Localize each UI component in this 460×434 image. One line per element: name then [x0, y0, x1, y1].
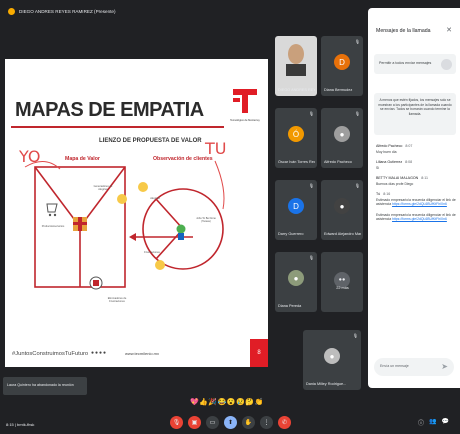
- participant-tile[interactable]: 🎙 ● Diana Pereda: [275, 252, 317, 312]
- message-sender: Alfredo Pacheco: [376, 144, 403, 148]
- chat-message: Tú 8:16 Estimado empresario/a recuerda di…: [376, 192, 456, 207]
- presenter-name: DIEGO ANDRES REYES RAMIREZ (Presente): [19, 8, 116, 14]
- chat-message: Liliana Gutierrez 8:08 Si: [376, 160, 456, 170]
- shared-slide: MAPAS DE EMPATIA Tecnológico de Monterre…: [5, 59, 268, 367]
- message-sender: Tú: [376, 192, 381, 196]
- send-icon[interactable]: ➤: [441, 362, 448, 371]
- participant-name: Dania Milley Rodrigue...: [306, 382, 347, 386]
- message-text: Si: [376, 165, 380, 170]
- chat-icon[interactable]: 💬: [442, 418, 449, 427]
- end-call-button[interactable]: ✆: [278, 416, 291, 429]
- allow-messages-row: Permitir a todos enviar mensajes: [374, 54, 456, 74]
- mic-toggle-button[interactable]: 🎙: [170, 416, 183, 429]
- left-meeting-toast: Laura Quintero ha abandonado la reunión: [3, 377, 87, 395]
- slide-hashtag: #JuntosConstruimosTuFuturo: [12, 351, 89, 357]
- raise-hand-button[interactable]: ✋: [242, 416, 255, 429]
- meet-window: DIEGO ANDRES REYES RAMIREZ (Presente) MA…: [0, 0, 460, 434]
- participant-tile[interactable]: 🎙 D Darry Guerrero: [275, 180, 317, 240]
- participant-tile[interactable]: 🎙 ● Alfredo Pacheco: [321, 108, 363, 168]
- mic-off-icon: 🎙: [352, 333, 358, 338]
- chat-messages: Alfredo Pacheco 8:07 Muy buen día Liliana…: [376, 144, 456, 228]
- participant-name: Óscar Iván Torres Red...: [278, 160, 315, 164]
- message-sender: Liliana Gutierrez: [376, 160, 403, 164]
- message-time: 8:07: [405, 144, 413, 148]
- people-icon[interactable]: 👥: [429, 418, 436, 427]
- avatar: ●: [334, 126, 350, 142]
- chat-notice: A menos que estén fijados, los mensajes …: [374, 93, 456, 135]
- close-icon[interactable]: ✕: [446, 26, 452, 34]
- toast-text: Laura Quintero ha abandonado la reunión: [7, 383, 74, 387]
- chat-message: BETTY MALAI MALAGON 8:11 Buenos días prof…: [376, 176, 456, 186]
- participant-name: DIEGO ANDRES REYE...: [278, 88, 315, 92]
- mic-off-icon: 🎙: [308, 111, 314, 116]
- label-jobs: Jobs To Be Done (Tareas): [196, 217, 216, 223]
- message-sender: BETTY MALAI MALAGON: [376, 176, 419, 180]
- camera-toggle-button[interactable]: ▣: [188, 416, 201, 429]
- chat-header: Mensajes de la llamada: [376, 28, 431, 34]
- reactions-bar[interactable]: 💖👍🎉😂😮😢🤔👏: [190, 398, 264, 406]
- chat-input[interactable]: Envía un mensaje ➤: [374, 358, 454, 376]
- avatar: D: [288, 198, 304, 214]
- social-icons: ●●●●: [91, 350, 108, 356]
- attendance-link[interactable]: https://forms.gle/2dQL6BUfKtFhiXn6: [392, 217, 447, 221]
- label-pain-relievers: Eliminadores de Frustraciones: [107, 297, 127, 303]
- mic-off-icon: 🎙: [308, 183, 314, 188]
- message-text: Muy buen día: [376, 149, 397, 154]
- participant-tile[interactable]: 🎙 ● Dania Milley Rodrigue...: [303, 330, 361, 390]
- person-video: [286, 44, 306, 76]
- more-participants-count: 22 más: [336, 286, 349, 290]
- message-time: 8:08: [405, 160, 413, 164]
- chat-message: Estimado empresario/a recuerda diligenci…: [376, 213, 456, 222]
- chat-message: Alfredo Pacheco 8:07 Muy buen día: [376, 144, 456, 154]
- avatar: Ó: [288, 126, 304, 142]
- slide-page-number: 8: [250, 339, 268, 367]
- message-time: 8:11: [421, 176, 429, 180]
- chat-input-placeholder: Envía un mensaje: [380, 364, 409, 368]
- captions-button[interactable]: ▭: [206, 416, 219, 429]
- info-icon[interactable]: ⓘ: [418, 418, 424, 427]
- participant-name: Edward Alejandro Mar...: [324, 232, 361, 236]
- more-participants-tile[interactable]: ●● 22 más: [321, 252, 363, 312]
- message-text: Buenos días profe Diego: [376, 181, 414, 186]
- participant-name: Diana Bermudez: [324, 88, 353, 92]
- slide-site: www.tecmilenio.mx: [125, 351, 160, 356]
- label-products: Productos/servicios: [41, 225, 65, 228]
- mic-off-icon: 🎙: [354, 111, 360, 116]
- call-controls: 🎙 ▣ ▭ ⬆ ✋ ⋮ ✆: [170, 416, 291, 429]
- meeting-info: 8:15 | bmtk-fhsk: [6, 422, 35, 427]
- value-canvas-diagram: [24, 160, 225, 290]
- chat-panel: Mensajes de la llamada ✕ Permitir a todo…: [368, 8, 460, 388]
- mic-off-icon: 🎙: [354, 183, 360, 188]
- avatar: ●: [334, 198, 350, 214]
- mic-off-icon: 🎙: [308, 255, 314, 260]
- more-options-button[interactable]: ⋮: [260, 416, 273, 429]
- allow-messages-toggle[interactable]: [441, 59, 452, 70]
- side-controls: ⓘ 👥 💬: [418, 418, 449, 427]
- label-pains: Frustraciones: [144, 251, 160, 254]
- message-time: 8:16: [383, 192, 391, 196]
- avatar: ●: [288, 270, 304, 286]
- avatar: D: [334, 54, 350, 70]
- allow-messages-label: Permitir a todos enviar mensajes: [379, 61, 432, 65]
- participant-name: Alfredo Pacheco: [324, 160, 352, 164]
- participant-name: Diana Pereda: [278, 304, 302, 308]
- mic-off-icon: 🎙: [354, 39, 360, 44]
- participant-tile[interactable]: DIEGO ANDRES REYE...: [275, 36, 317, 96]
- participant-name: Darry Guerrero: [278, 232, 304, 236]
- presenter-bar: DIEGO ANDRES REYES RAMIREZ (Presente): [0, 0, 367, 22]
- participant-tile[interactable]: 🎙 Ó Óscar Iván Torres Red...: [275, 108, 317, 168]
- label-gain-creators: Generadores de Alegrías: [93, 185, 113, 191]
- presenting-icon: [8, 7, 15, 15]
- present-button[interactable]: ⬆: [224, 416, 237, 429]
- label-gains: Alegrías: [150, 197, 160, 200]
- participant-tile[interactable]: 🎙 D Diana Bermudez: [321, 36, 363, 96]
- attendance-link[interactable]: https://forms.gle/2dQL6BUfKtFhiXn6: [392, 202, 447, 206]
- participant-tile[interactable]: 🎙 ● Edward Alejandro Mar...: [321, 180, 363, 240]
- avatar: ●: [324, 348, 340, 364]
